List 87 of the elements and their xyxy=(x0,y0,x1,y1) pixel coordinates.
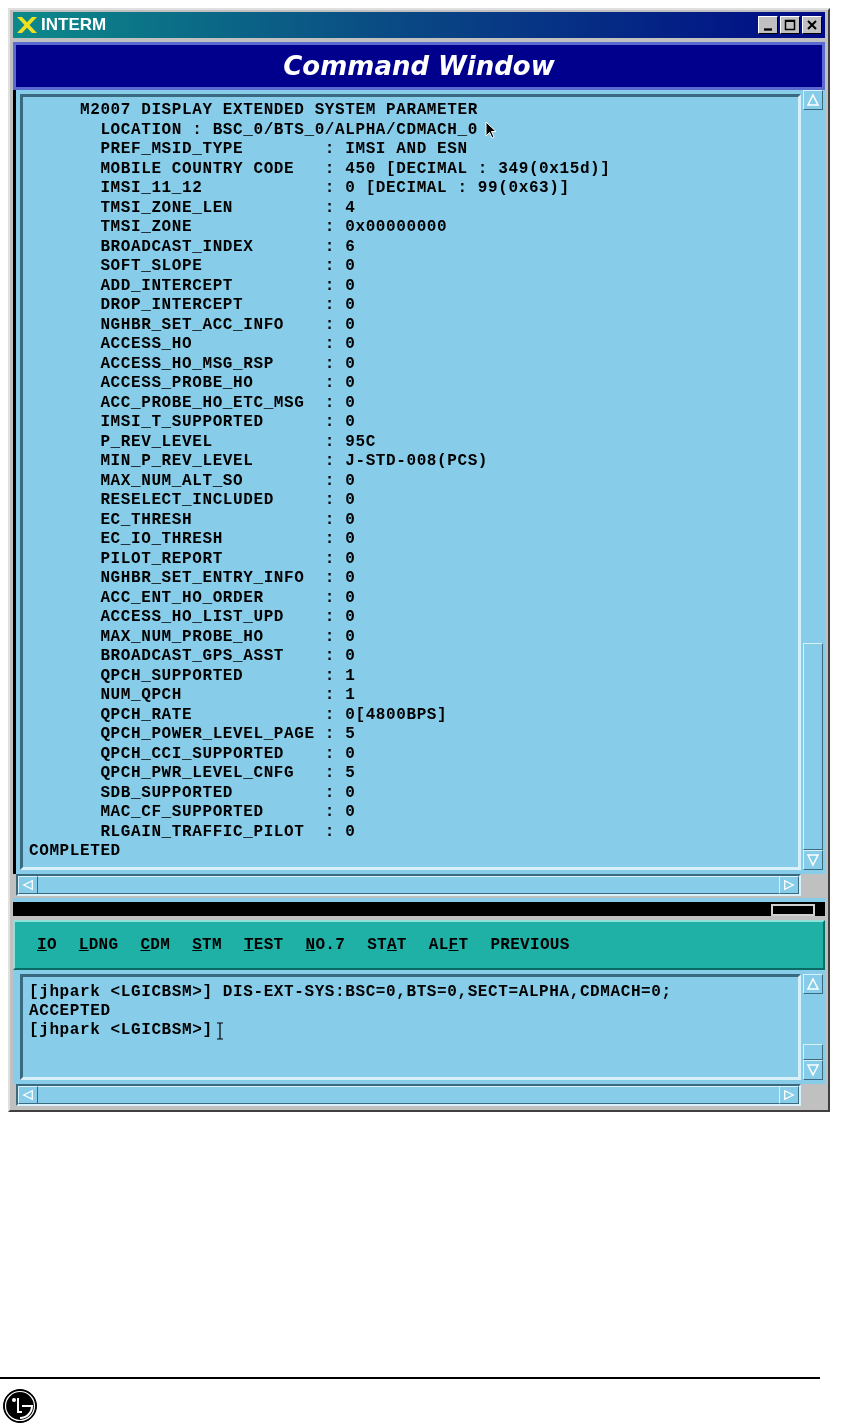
output-line: ACCESS_HO : 0 xyxy=(99,335,356,355)
output-line: ACCESS_HO_LIST_UPD : 0 xyxy=(99,608,356,628)
horizontal-scrollbar[interactable] xyxy=(16,1084,801,1106)
output-line: ACC_ENT_HO_ORDER : 0 xyxy=(99,588,356,608)
output-line: QPCH_PWR_LEVEL_CNFG : 5 xyxy=(99,764,356,784)
scroll-down-button[interactable] xyxy=(803,1060,823,1080)
scroll-left-button[interactable] xyxy=(18,876,38,894)
arrow-right-icon xyxy=(783,879,795,891)
output-line: ACCESS_PROBE_HO : 0 xyxy=(99,374,356,394)
output-line: TMSI_ZONE : 0x00000000 xyxy=(99,218,448,238)
output-line: ACCESS_HO_MSG_RSP : 0 xyxy=(99,354,356,374)
horizontal-scrollbar[interactable] xyxy=(16,874,801,896)
scroll-right-button[interactable] xyxy=(779,1086,799,1104)
arrow-down-icon xyxy=(806,853,820,867)
close-button[interactable] xyxy=(802,16,822,34)
maximize-icon xyxy=(783,18,797,32)
arrow-down-icon xyxy=(806,1063,820,1077)
output-line: QPCH_CCI_SUPPORTED : 0 xyxy=(99,744,356,764)
output-line: LOCATION : BSC_0/BTS_0/ALPHA/CDMACH_0 xyxy=(99,120,478,140)
minimize-icon xyxy=(764,27,772,31)
menu-item[interactable]: CDM xyxy=(140,936,171,954)
output-line: MAX_NUM_ALT_SO : 0 xyxy=(99,471,356,491)
output-line: MAX_NUM_PROBE_HO : 0 xyxy=(99,627,356,647)
output-line: NGHBR_SET_ENTRY_INFO : 0 xyxy=(99,569,356,589)
scroll-left-button[interactable] xyxy=(18,1086,38,1104)
output-line: M2007 DISPLAY EXTENDED SYSTEM PARAMETER xyxy=(79,101,478,121)
output-line: SOFT_SLOPE : 0 xyxy=(99,257,356,277)
arrow-left-icon xyxy=(22,879,34,891)
console-line: ACCEPTED xyxy=(29,1002,111,1021)
mouse-pointer-icon xyxy=(485,121,497,139)
logo-icon xyxy=(2,1388,38,1424)
x-logo-icon xyxy=(16,16,38,34)
arrow-up-icon xyxy=(806,93,820,107)
arrow-right-icon xyxy=(783,1089,795,1101)
maximize-button[interactable] xyxy=(780,16,800,34)
output-line: PILOT_REPORT : 0 xyxy=(99,549,356,569)
console-line: [jhpark <LGICBSM>] xyxy=(29,1021,213,1040)
console-line: [jhpark <LGICBSM>] DIS-EXT-SYS:BSC=0,BTS=0,SECT=ALPHA,CDMACH=0; xyxy=(29,983,672,1002)
panel-title: Command Window xyxy=(13,42,825,90)
menu-item[interactable]: NO.7 xyxy=(305,936,346,954)
output-line: NGHBR_SET_ACC_INFO : 0 xyxy=(99,315,356,335)
output-line: QPCH_POWER_LEVEL_PAGE : 5 xyxy=(99,725,356,745)
output-line: COMPLETED xyxy=(29,842,121,862)
output-line: MOBILE COUNTRY CODE : 450 [DECIMAL : 349(0x15d)] xyxy=(99,159,611,179)
window-title: INTERM xyxy=(41,15,107,35)
scrollbar-thumb[interactable] xyxy=(803,1044,823,1060)
output-line: BROADCAST_GPS_ASST : 0 xyxy=(99,647,356,667)
menu-item[interactable]: LDNG xyxy=(78,936,119,954)
output-line: MAC_CF_SUPPORTED : 0 xyxy=(99,803,356,823)
output-line: QPCH_RATE : 0[4800BPS] xyxy=(99,705,448,725)
command-console[interactable]: [jhpark <LGICBSM>] DIS-EXT-SYS:BSC=0,BTS=0,SECT=ALPHA,CDMACH=0; ACCEPTED [jhpark <LGICBSM>] xyxy=(20,974,801,1080)
arrow-left-icon xyxy=(22,1089,34,1101)
output-line: EC_IO_THRESH : 0 xyxy=(99,530,356,550)
arrow-up-icon xyxy=(806,977,820,991)
output-line: ACC_PROBE_HO_ETC_MSG : 0 xyxy=(99,393,356,413)
output-line: RLGAIN_TRAFFIC_PILOT : 0 xyxy=(99,822,356,842)
scroll-up-button[interactable] xyxy=(803,974,823,994)
minimize-button[interactable] xyxy=(758,16,778,34)
output-line: SDB_SUPPORTED : 0 xyxy=(99,783,356,803)
output-line: EC_THRESH : 0 xyxy=(99,510,356,530)
output-line: P_REV_LEVEL : 95C xyxy=(99,432,376,452)
scrollbar-thumb[interactable] xyxy=(803,643,823,850)
vertical-scrollbar[interactable] xyxy=(803,90,823,870)
menu-item[interactable]: IO xyxy=(37,936,57,954)
output-line: RESELECT_INCLUDED : 0 xyxy=(99,491,356,511)
output-line: DROP_INTERCEPT : 0 xyxy=(99,296,356,316)
scroll-up-button[interactable] xyxy=(803,90,823,110)
output-line: PREF_MSID_TYPE : IMSI AND ESN xyxy=(99,140,468,160)
output-line: MIN_P_REV_LEVEL : J-STD-008(PCS) xyxy=(99,452,489,472)
vertical-scrollbar[interactable] xyxy=(803,974,823,1080)
pane-sash[interactable] xyxy=(771,904,815,916)
scroll-down-button[interactable] xyxy=(803,850,823,870)
output-line: NUM_QPCH : 1 xyxy=(99,686,356,706)
output-line: QPCH_SUPPORTED : 1 xyxy=(99,666,356,686)
output-line: IMSI_T_SUPPORTED : 0 xyxy=(99,413,356,433)
menu-item[interactable]: PREVIOUS xyxy=(490,936,570,954)
menu-item[interactable]: STAT xyxy=(367,936,407,954)
text-cursor-icon xyxy=(216,1021,223,1040)
menu-item[interactable]: ALFT xyxy=(428,936,469,954)
output-line: ADD_INTERCEPT : 0 xyxy=(99,276,356,296)
scroll-right-button[interactable] xyxy=(779,876,799,894)
output-line: IMSI_11_12 : 0 [DECIMAL : 99(0x63)] xyxy=(99,179,570,199)
close-icon xyxy=(805,18,819,32)
output-line: BROADCAST_INDEX : 6 xyxy=(99,237,356,257)
menu-item[interactable]: STM xyxy=(192,936,222,954)
menu-item[interactable]: TEST xyxy=(243,936,284,954)
output-line: TMSI_ZONE_LEN : 4 xyxy=(99,198,356,218)
